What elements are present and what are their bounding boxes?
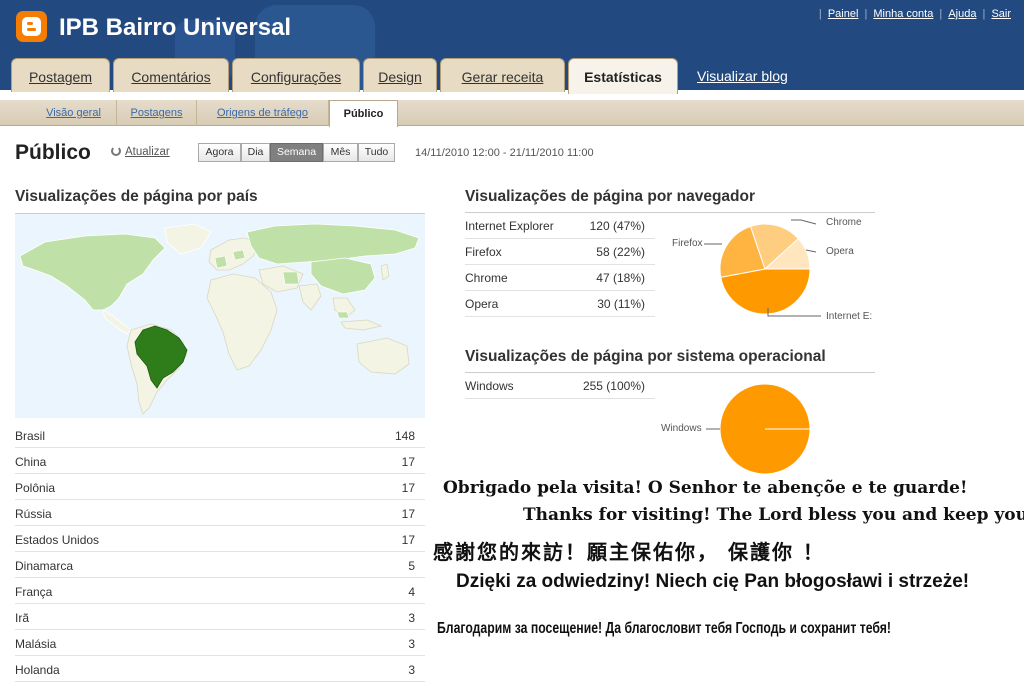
thanks-message-english: Thanks for visiting! The Lord bless you … [523,505,1024,525]
range-mes-button[interactable]: Mês [323,143,358,162]
browser-pie-chart [704,219,821,317]
tab-estatisticas[interactable]: Estatísticas [568,58,678,94]
browser-row: Opera 30 (11%) [465,291,655,317]
country-views: 17 [401,533,415,547]
country-views: 17 [401,507,415,521]
pie-label-windows: Windows [661,423,702,434]
subtab-origens-de-trafego[interactable]: Origens de tráfego [197,100,329,126]
country-name: China [15,455,47,469]
world-map[interactable] [15,213,425,418]
refresh-icon [111,146,121,156]
subtab-visao-geral[interactable]: Visão geral [31,100,117,126]
blog-title: IPB Bairro Universal [59,14,292,41]
country-row[interactable]: Malásia 3 [15,630,425,656]
countries-section-title: Visualizações de página por país [15,188,258,205]
browser-views: 58 (22%) [596,245,645,259]
page-title: Público [15,141,91,164]
country-row[interactable]: Estados Unidos 17 [15,526,425,552]
country-views: 148 [394,429,415,443]
browser-row: Chrome 47 (18%) [465,265,655,291]
country-views: 3 [408,663,415,677]
country-row[interactable]: China 17 [15,448,425,474]
country-views: 3 [408,611,415,625]
country-name: Malásia [15,637,57,651]
country-name: Estados Unidos [15,533,100,547]
chrome-leader-line [791,219,817,225]
help-link[interactable]: Ajuda [948,8,976,20]
os-pie-chart [706,383,811,475]
thanks-message-polish: Dzięki za odwiedziny! Niech cię Pan błog… [456,571,970,592]
range-agora-button[interactable]: Agora [198,143,241,162]
refresh-button[interactable]: Atualizar [111,146,170,158]
tab-comentarios[interactable]: Comentários [113,58,229,92]
browser-row: Internet Explorer 120 (47%) [465,213,655,239]
country-views: 4 [408,585,415,599]
os-row: Windows 255 (100%) [465,373,655,399]
opera-leader-line [805,249,817,253]
country-views: 3 [408,637,415,651]
range-tudo-button[interactable]: Tudo [358,143,395,162]
pie-slice-internet-explorer [720,268,811,315]
subtab-postagens[interactable]: Postagens [117,100,197,126]
country-name: Brasil [15,429,46,443]
country-name: Rússia [15,507,52,521]
browser-name: Internet Explorer [465,219,554,233]
country-name: França [15,585,53,599]
os-name: Windows [465,379,514,393]
tab-gerar-receita[interactable]: Gerar receita [440,58,565,92]
pie-label-internet-explorer: Internet E: [826,311,873,322]
tab-postagem[interactable]: Postagem [11,58,110,92]
country-views: 17 [401,481,415,495]
country-views: 17 [401,455,415,469]
top-links: | Painel | Minha conta | Ajuda | Sair [818,8,1011,20]
country-name: Polônia [15,481,56,495]
country-name: Holanda [15,663,60,677]
os-views: 255 (100%) [582,379,645,393]
browser-name: Opera [465,297,499,311]
view-blog-link[interactable]: Visualizar blog [697,68,788,84]
tab-design[interactable]: Design [363,58,437,92]
subtab-publico[interactable]: Público [329,100,398,127]
browsers-section-title: Visualizações de página por navegador [465,188,756,205]
pie-label-opera: Opera [826,246,854,257]
country-row[interactable]: Rússia 17 [15,500,425,526]
country-views: 5 [408,559,415,573]
sign-out-link[interactable]: Sair [991,8,1011,20]
blogger-logo-icon[interactable] [16,11,47,42]
country-name: Irã [15,611,30,625]
browser-name: Firefox [465,245,502,259]
pie-label-chrome: Chrome [826,217,862,228]
my-account-link[interactable]: Minha conta [873,8,933,20]
country-row[interactable]: França 4 [15,578,425,604]
country-row[interactable]: Dinamarca 5 [15,552,425,578]
range-semana-button[interactable]: Semana [270,143,323,162]
tab-configuracoes[interactable]: Configurações [232,58,360,92]
thanks-message-chinese: 感謝您的來訪！願主保佑你， 保護你 ！ [433,540,825,564]
range-dia-button[interactable]: Dia [241,143,270,162]
thanks-message-russian: Благодарим за посещение! Да благословит … [437,620,892,637]
country-row[interactable]: Irã 3 [15,604,425,630]
country-row[interactable]: Polônia 17 [15,474,425,500]
browser-views: 120 (47%) [589,219,645,233]
dashboard-link[interactable]: Painel [828,8,859,20]
browser-row: Firefox 58 (22%) [465,239,655,265]
date-range: 14/11/2010 12:00 - 21/11/2010 11:00 [415,147,594,159]
country-name: Dinamarca [15,559,74,573]
thanks-message-portuguese: Obrigado pela visita! O Senhor te abençõ… [443,478,968,498]
browser-name: Chrome [465,271,508,285]
pie-label-firefox: Firefox [672,238,703,249]
browser-views: 47 (18%) [596,271,645,285]
browser-views: 30 (11%) [597,297,645,311]
country-row[interactable]: Brasil 148 [15,422,425,448]
country-row[interactable]: Holanda 3 [15,656,425,682]
os-section-title: Visualizações de página por sistema oper… [465,348,826,365]
world-map-svg [19,223,420,415]
